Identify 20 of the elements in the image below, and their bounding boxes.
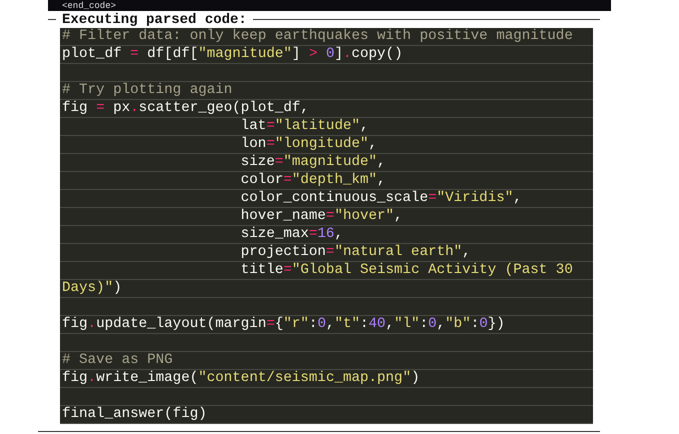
code-line: fig = px.scatter_geo(plot_df, <box>61 100 309 117</box>
code-line: fig.update_layout(margin={"r":0,"t":40,"l":0,"b":0}) <box>61 316 505 333</box>
code-line: lat="latitude", <box>240 118 368 135</box>
code-line: Days)") <box>61 280 122 297</box>
code-line: final_answer(fig) <box>61 406 207 423</box>
code-line: color="depth_km", <box>240 172 386 189</box>
code-line: color_continuous_scale="Viridis", <box>240 190 522 207</box>
end-code-tag: <end_code> <box>62 0 116 10</box>
code-comment: # Try plotting again <box>61 82 232 99</box>
code-line: projection="natural earth", <box>240 244 471 261</box>
code-line: hover_name="hover", <box>240 208 403 225</box>
code-line: size_max=16, <box>240 226 343 243</box>
code-line: lon="longitude", <box>240 136 378 153</box>
code-line: fig.write_image("content/seismic_map.png") <box>61 370 420 387</box>
section-title: Executing parsed code: <box>62 12 247 28</box>
code-line: size="magnitude", <box>240 154 386 171</box>
code-comment: # Filter data: only keep earthquakes with positive magnitude <box>61 28 573 45</box>
code-comment: # Save as PNG <box>61 352 173 369</box>
code-line: plot_df = df[df["magnitude"] > 0].copy() <box>61 46 403 63</box>
code-line: title="Global Seismic Activity (Past 30 <box>240 262 573 279</box>
